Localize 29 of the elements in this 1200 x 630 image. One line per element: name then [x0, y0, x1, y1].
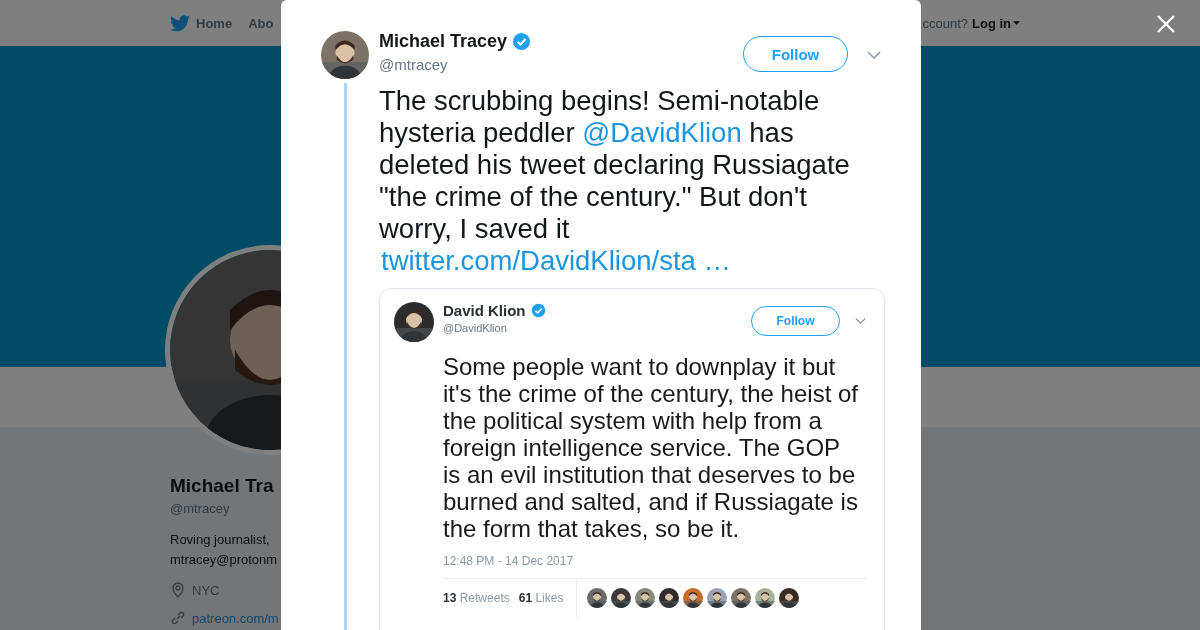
account-prompt: ccount?: [922, 15, 968, 31]
profile-website-link[interactable]: patreon.com/m: [192, 610, 279, 626]
chevron-icon[interactable]: [855, 318, 866, 324]
profile-location: NYC: [192, 582, 220, 598]
chevron-icon[interactable]: [867, 51, 881, 59]
tweet-text: The scrubbing begins! Semi-notable hysteria peddler @DavidKlion has deleted his tweet declaring Russiagate "the crime of the century." But don't worry, I saved it: [379, 85, 851, 245]
login-link[interactable]: Log in: [972, 15, 1020, 31]
location-pin-icon: [170, 582, 186, 598]
profile-name: Michael Tra: [170, 475, 274, 497]
author-name: Michael Tracey: [379, 31, 508, 52]
author-handle: @DavidKlion: [443, 322, 508, 334]
tweet-link[interactable]: twitter.com/DavidKlion/sta …: [381, 245, 731, 276]
tweet-text: Some people want to downplay it but it's the crime of the century, the heist of the political system with help from a foreign intelligence service. The GOP is an evil institution that deserves to be burned and salted, and if Russiagate is the form that takes, so be it.: [443, 353, 859, 542]
caret-icon: [1013, 21, 1020, 25]
author-handle: @mtracey: [379, 56, 449, 73]
bird-icon: [170, 14, 190, 32]
profile-bio: Roving journalist, mtracey@protonm: [170, 531, 278, 569]
stat-count: 61 Likes: [518, 591, 564, 605]
mention-link[interactable]: @DavidKlion: [582, 117, 742, 148]
stat-count: 13 Retweets: [443, 591, 510, 605]
close-icon[interactable]: [1157, 15, 1175, 33]
follow-button[interactable]: Follow: [743, 36, 848, 72]
link-icon: [170, 610, 186, 626]
author-name: David Klion: [443, 302, 526, 319]
nav-link[interactable]: Abo: [248, 15, 274, 31]
tweet-timestamp: 12:48 PM - 14 Dec 2017: [443, 554, 575, 568]
nav-link[interactable]: Home: [170, 14, 233, 32]
follow-button[interactable]: Follow: [751, 306, 840, 336]
profile-handle: @mtracey: [170, 501, 230, 516]
